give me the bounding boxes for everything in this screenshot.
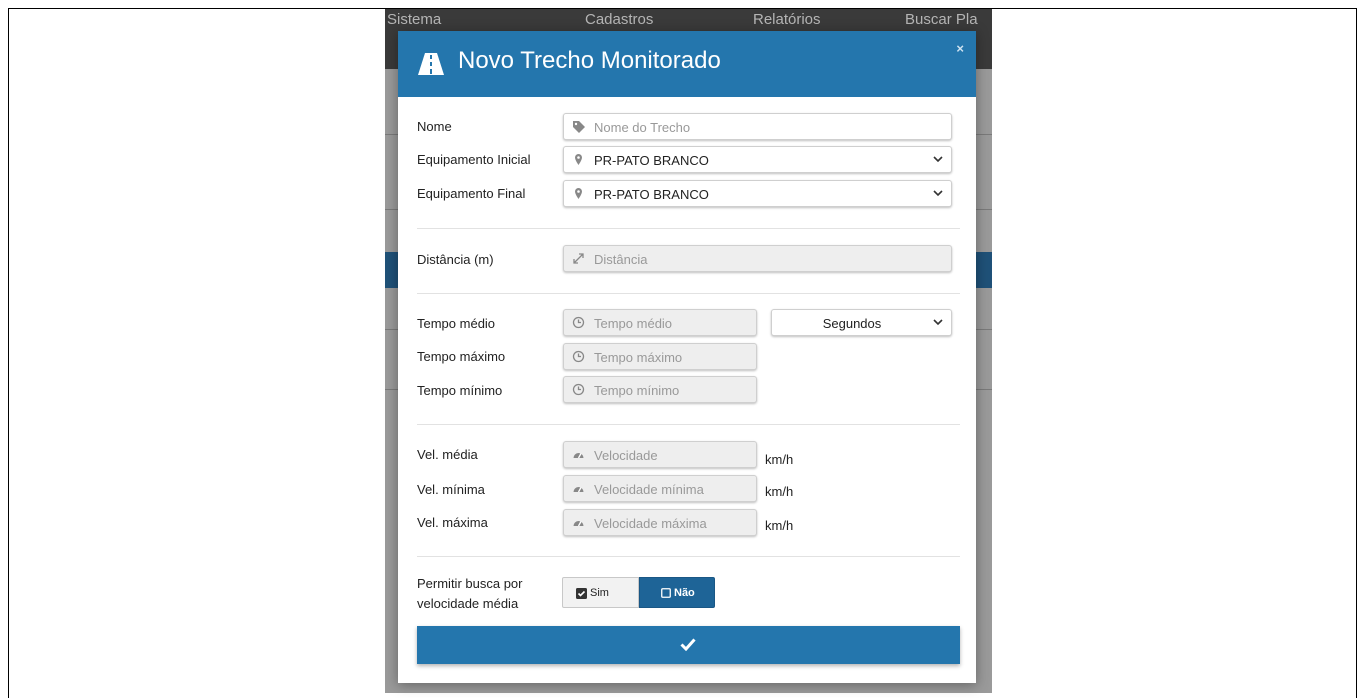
- expand-arrows-icon: [573, 253, 584, 264]
- vel-maxima-label: Vel. máxima: [417, 515, 488, 530]
- check-icon: [680, 638, 696, 651]
- section-divider: [417, 556, 960, 557]
- tempo-medio-input[interactable]: Tempo médio: [563, 309, 757, 336]
- nao-button[interactable]: Não: [639, 577, 715, 608]
- tempo-minimo-placeholder: Tempo mínimo: [594, 383, 680, 398]
- distancia-label: Distância (m): [417, 252, 494, 267]
- permitir-busca-label: Permitir busca por velocidade média: [417, 574, 522, 614]
- speedometer-icon: [573, 453, 584, 459]
- equip-final-select[interactable]: PR-PATO BRANCO: [563, 180, 952, 207]
- clock-icon: [572, 350, 585, 363]
- sim-label: Sim: [590, 587, 609, 599]
- vel-maxima-unit: km/h: [765, 518, 794, 533]
- empty-box-icon: [661, 588, 671, 598]
- bg-nav-relatorios: Relatórios: [753, 11, 821, 28]
- nome-input[interactable]: Nome do Trecho: [563, 113, 952, 140]
- nome-placeholder: Nome do Trecho: [594, 120, 691, 135]
- tempo-medio-label: Tempo médio: [417, 316, 496, 331]
- section-divider: [417, 424, 960, 425]
- tempo-minimo-input[interactable]: Tempo mínimo: [563, 376, 757, 403]
- section-divider: [417, 228, 960, 229]
- vel-maxima-input[interactable]: Velocidade máxima: [563, 509, 757, 536]
- tempo-medio-placeholder: Tempo médio: [594, 316, 673, 331]
- chevron-down-icon: [933, 319, 943, 326]
- vel-minima-input[interactable]: Velocidade mínima: [563, 475, 757, 502]
- map-marker-icon: [575, 154, 582, 165]
- bg-nav-cadastros: Cadastros: [585, 11, 654, 28]
- vel-minima-label: Vel. mínima: [417, 482, 485, 497]
- equip-inicial-label: Equipamento Inicial: [417, 152, 531, 167]
- tempo-maximo-input[interactable]: Tempo máximo: [563, 343, 757, 370]
- equip-inicial-value: PR-PATO BRANCO: [594, 153, 709, 168]
- equip-inicial-select[interactable]: PR-PATO BRANCO: [563, 146, 952, 173]
- nao-label: Não: [674, 587, 695, 599]
- vel-media-label: Vel. média: [417, 447, 478, 462]
- vel-minima-placeholder: Velocidade mínima: [594, 482, 704, 497]
- vel-maxima-placeholder: Velocidade máxima: [594, 516, 707, 531]
- speedometer-icon: [573, 487, 584, 493]
- clock-icon: [572, 316, 585, 329]
- permitir-label-line2: velocidade média: [417, 596, 519, 611]
- close-icon[interactable]: ×: [956, 41, 964, 56]
- tempo-maximo-placeholder: Tempo máximo: [594, 350, 683, 365]
- vel-media-placeholder: Velocidade: [594, 448, 658, 463]
- tempo-minimo-label: Tempo mínimo: [417, 383, 503, 398]
- novo-trecho-modal: Novo Trecho Monitorado × Nome Nome do Tr…: [398, 31, 976, 683]
- tempo-unidade-select[interactable]: Segundos: [771, 309, 952, 336]
- chevron-down-icon: [933, 190, 943, 197]
- nome-label: Nome: [417, 119, 452, 134]
- distancia-input[interactable]: Distância: [563, 245, 952, 272]
- chevron-down-icon: [933, 156, 943, 163]
- bg-nav-sistema: Sistema: [387, 11, 442, 28]
- road-icon: [418, 53, 444, 75]
- submit-button[interactable]: [417, 626, 960, 664]
- tempo-unidade-value: Segundos: [822, 316, 882, 331]
- vel-media-input[interactable]: Velocidade: [563, 441, 757, 468]
- modal-header: Novo Trecho Monitorado ×: [398, 31, 976, 97]
- map-marker-icon: [575, 188, 582, 199]
- speedometer-icon: [573, 521, 584, 527]
- clock-icon: [572, 383, 585, 396]
- tag-icon: [573, 121, 585, 133]
- sim-button[interactable]: Sim: [562, 577, 639, 608]
- distancia-placeholder: Distância: [594, 252, 648, 267]
- permitir-label-line1: Permitir busca por: [417, 576, 523, 591]
- section-divider: [417, 293, 960, 294]
- bg-nav-buscar: Buscar Pla: [905, 11, 978, 28]
- equip-final-value: PR-PATO BRANCO: [594, 187, 709, 202]
- vel-media-unit: km/h: [765, 452, 794, 467]
- checked-box-icon: [576, 588, 587, 599]
- modal-title: Novo Trecho Monitorado: [458, 47, 721, 74]
- vel-minima-unit: km/h: [765, 484, 794, 499]
- equip-final-label: Equipamento Final: [417, 186, 526, 201]
- tempo-maximo-label: Tempo máximo: [417, 349, 506, 364]
